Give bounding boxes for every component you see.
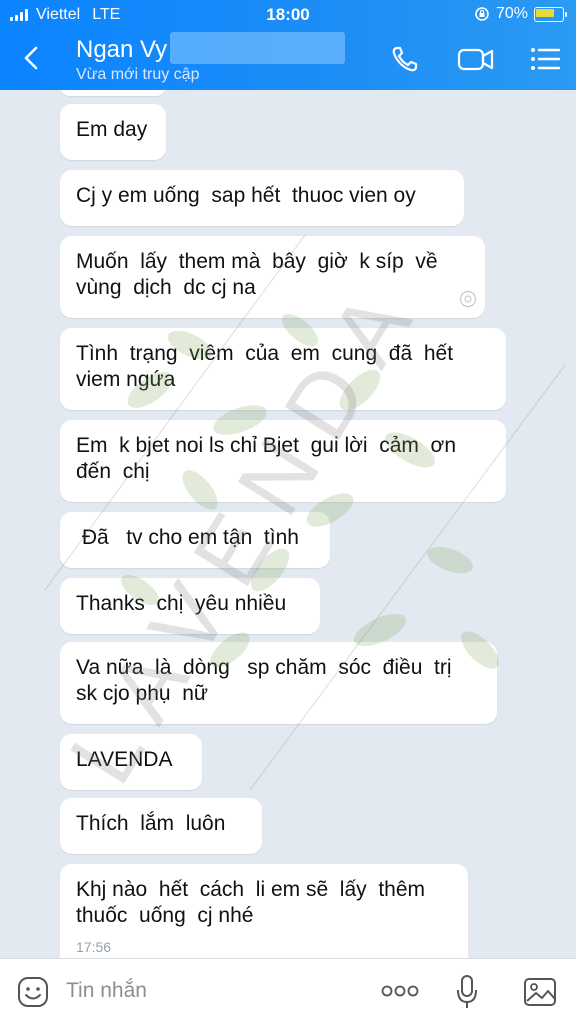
top-bar: Viettel LTE 18:00 70% Ngan Vy Vừa mới tr… <box>0 0 576 90</box>
message-text: Em day <box>76 118 148 141</box>
message-bubble[interactable]: Cj y em uống sap hết thuoc vien oy <box>60 170 464 226</box>
message-text: Thanks chị yêu nhiều <box>76 592 287 615</box>
battery-percent: 70% <box>495 5 528 22</box>
message-text: LAVENDA <box>76 748 173 771</box>
message-text: Đã tv cho em tận tình <box>76 526 299 549</box>
reaction-icon[interactable] <box>459 290 477 308</box>
chat-header: Ngan Vy Vừa mới truy cập <box>0 30 576 90</box>
message-text: Tình trạng viêm của em cung đã hết viem … <box>76 342 454 391</box>
message-list[interactable]: Em day Cj y em uống sap hết thuoc vien o… <box>0 90 576 958</box>
message-text: Em k bjet noi ls chỉ Bjet gui lời cảm ơn… <box>76 434 457 483</box>
message-bubble[interactable]: Thích lắm luôn <box>60 798 262 854</box>
message-bubble[interactable]: Khj nào hết cách li em sẽ lấy thêm thuốc… <box>60 864 468 958</box>
message-bubble[interactable]: Tình trạng viêm của em cung đã hết viem … <box>60 328 506 410</box>
contact-name[interactable]: Ngan Vy <box>76 36 167 64</box>
message-text: Va nữa là dòng sp chăm sóc điều trị sk c… <box>76 656 452 705</box>
message-composer: Tin nhắn <box>0 958 576 1025</box>
message-text: Thích lắm luôn <box>76 812 226 835</box>
message-bubble[interactable]: Em k bjet noi ls chỉ Bjet gui lời cảm ơn… <box>60 420 506 502</box>
message-text: Muốn lấy them mà bây giờ k síp về vùng d… <box>76 250 438 299</box>
microphone-icon[interactable] <box>454 973 480 1011</box>
message-text: Khj nào hết cách li em sẽ lấy thêm thuốc… <box>76 878 426 927</box>
message-bubble[interactable]: Thanks chị yêu nhiều <box>60 578 320 634</box>
video-call-icon[interactable] <box>456 42 496 76</box>
message-bubble-partial[interactable] <box>60 90 166 96</box>
battery-icon <box>534 6 567 22</box>
message-text: Cj y em uống sap hết thuoc vien oy <box>76 184 416 207</box>
redacted-name-blur <box>170 32 345 64</box>
message-bubble[interactable]: Va nữa là dòng sp chăm sóc điều trị sk c… <box>60 642 497 724</box>
back-icon[interactable] <box>14 40 50 76</box>
message-input[interactable]: Tin nhắn <box>66 979 147 1003</box>
status-bar: Viettel LTE 18:00 70% <box>0 0 576 30</box>
message-bubble[interactable]: Em day <box>60 104 166 160</box>
image-icon[interactable] <box>522 975 558 1009</box>
message-bubble[interactable]: Muốn lấy them mà bây giờ k síp về vùng d… <box>60 236 485 318</box>
sticker-icon[interactable] <box>16 975 50 1009</box>
last-seen-status: Vừa mới truy cập <box>76 66 200 83</box>
message-bubble[interactable]: Đã tv cho em tận tình <box>60 512 330 568</box>
phone-icon[interactable] <box>388 42 422 76</box>
message-timestamp: 17:56 <box>76 939 112 955</box>
message-bubble[interactable]: LAVENDA <box>60 734 202 790</box>
orientation-lock-icon <box>475 7 489 21</box>
more-icon[interactable] <box>380 981 420 1001</box>
menu-list-icon[interactable] <box>528 42 562 76</box>
